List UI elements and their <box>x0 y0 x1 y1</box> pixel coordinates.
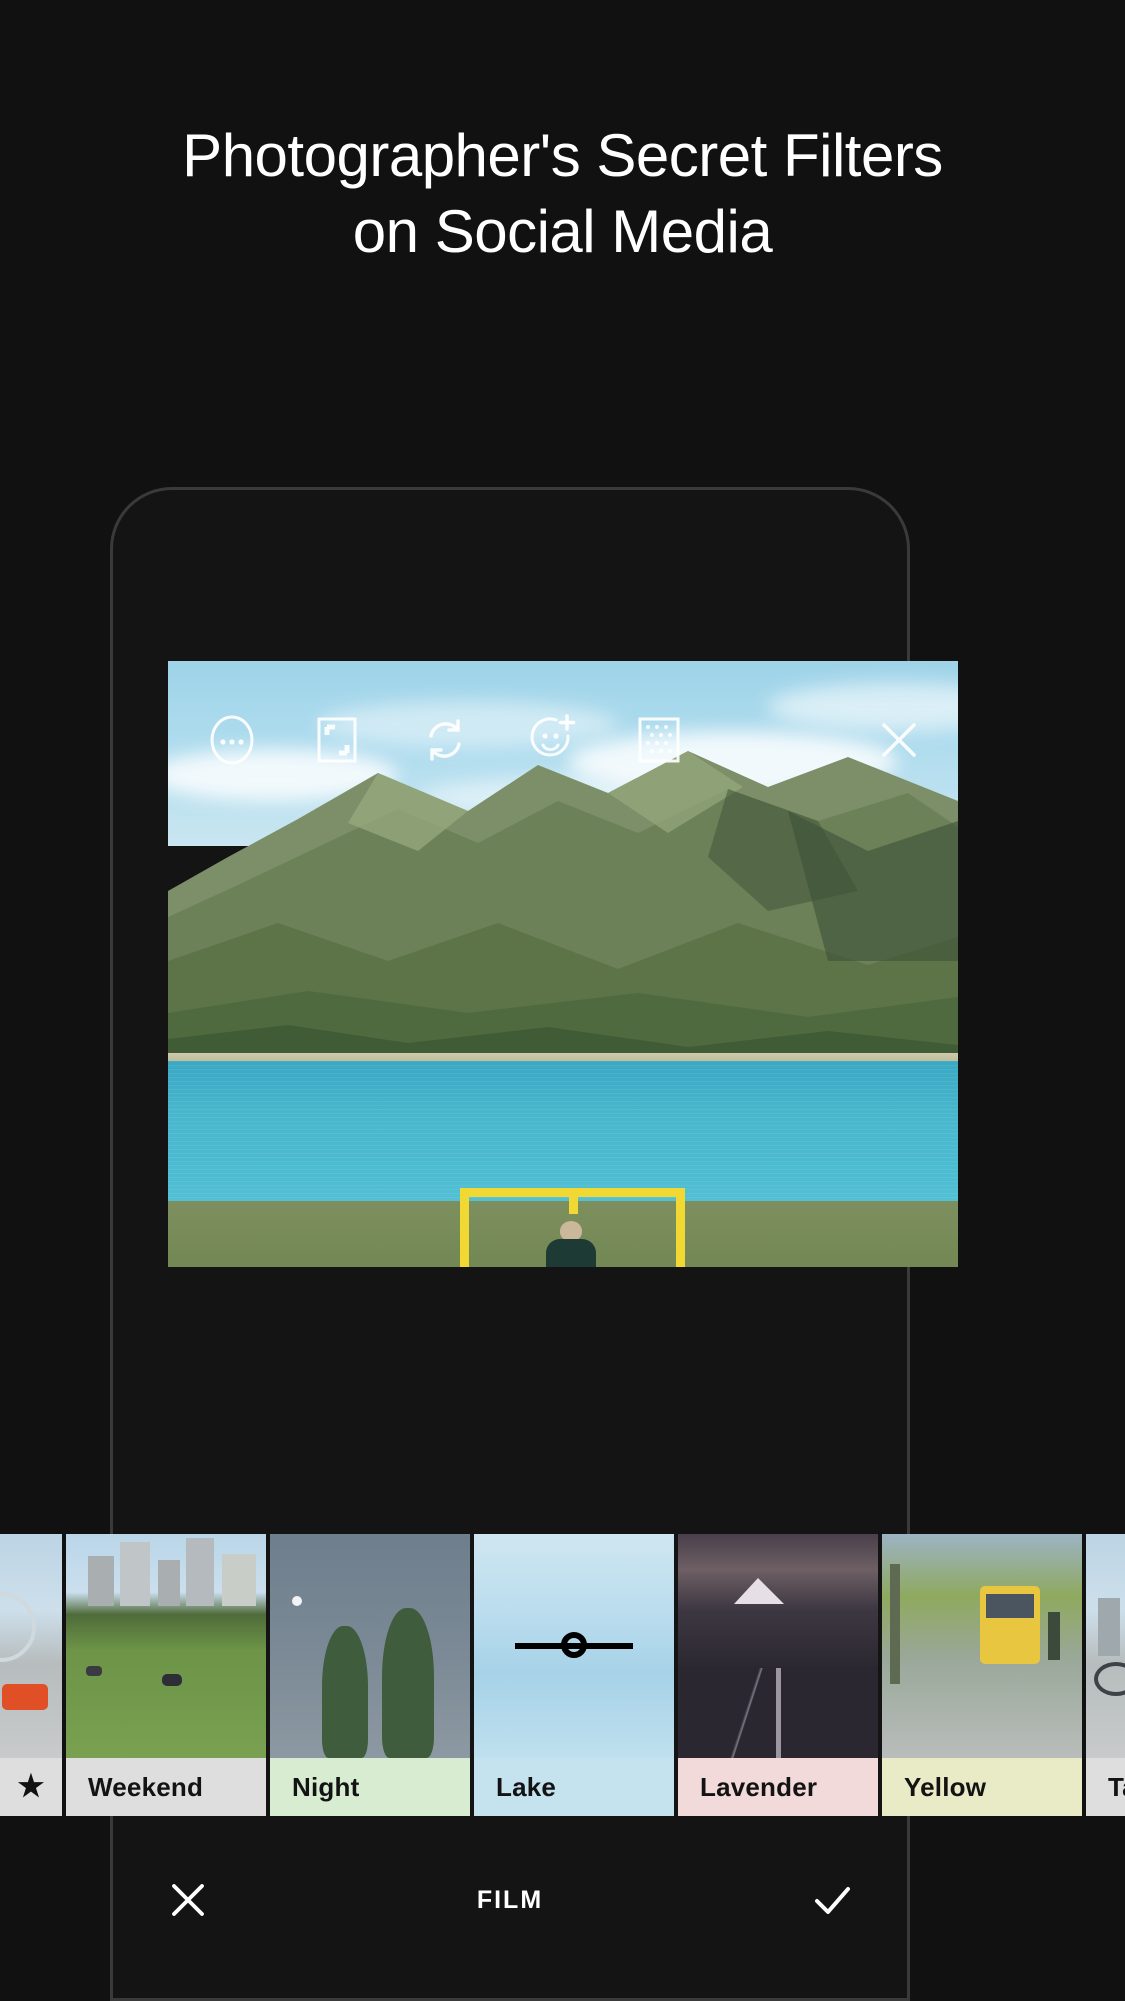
intensity-slider[interactable] <box>515 1632 633 1658</box>
rotate-icon[interactable] <box>417 712 473 768</box>
star-icon: ★ <box>17 1770 45 1803</box>
filter-label: Yellow <box>882 1758 1082 1816</box>
page-title-line1: Photographer's Secret Filters <box>182 122 943 189</box>
filter-card-favorites[interactable]: ★ <box>0 1534 62 1816</box>
page-title: Photographer's Secret Filters on Social … <box>0 118 1125 270</box>
add-sticker-icon[interactable] <box>524 712 580 768</box>
filter-card-night[interactable]: Night <box>270 1534 470 1816</box>
filter-label: Weekend <box>66 1758 266 1816</box>
filter-label: Lavender <box>678 1758 878 1816</box>
filter-thumbnail <box>678 1534 878 1758</box>
filter-card-lake[interactable]: Lake <box>474 1534 674 1816</box>
focus-frame[interactable] <box>460 1188 685 1267</box>
editor-mode-title: FILM <box>476 1885 544 1914</box>
crop-icon[interactable] <box>309 712 365 768</box>
filter-thumbnail <box>1086 1534 1125 1758</box>
more-options-icon[interactable] <box>204 712 260 768</box>
filter-card-yellow[interactable]: Yellow <box>882 1534 1082 1816</box>
editor-bottom-bar: FILM <box>113 1840 907 1960</box>
filter-strip[interactable]: ★ Weekend Night Lake Lavender Yellow T <box>0 1534 1125 1816</box>
filter-card-lavender[interactable]: Lavender <box>678 1534 878 1816</box>
filter-label: Taxi <box>1086 1758 1125 1816</box>
close-icon[interactable] <box>874 715 924 765</box>
editor-toolbar <box>168 700 958 780</box>
confirm-button[interactable] <box>809 1877 855 1923</box>
filter-thumbnail <box>270 1534 470 1758</box>
filter-label: ★ <box>0 1758 62 1816</box>
filter-label: Lake <box>474 1758 674 1816</box>
filter-thumbnail <box>0 1534 62 1758</box>
cancel-button[interactable] <box>165 1877 211 1923</box>
page-title-line2: on Social Media <box>352 198 773 266</box>
filter-thumbnail <box>474 1534 674 1758</box>
screen-root: Photographer's Secret Filters on Social … <box>0 0 1125 2001</box>
grain-icon[interactable] <box>631 712 687 768</box>
filter-thumbnail <box>882 1534 1082 1758</box>
filter-thumbnail <box>66 1534 266 1758</box>
filter-label: Night <box>270 1758 470 1816</box>
filter-card-weekend[interactable]: Weekend <box>66 1534 266 1816</box>
filter-card-taxi[interactable]: Taxi <box>1086 1534 1125 1816</box>
